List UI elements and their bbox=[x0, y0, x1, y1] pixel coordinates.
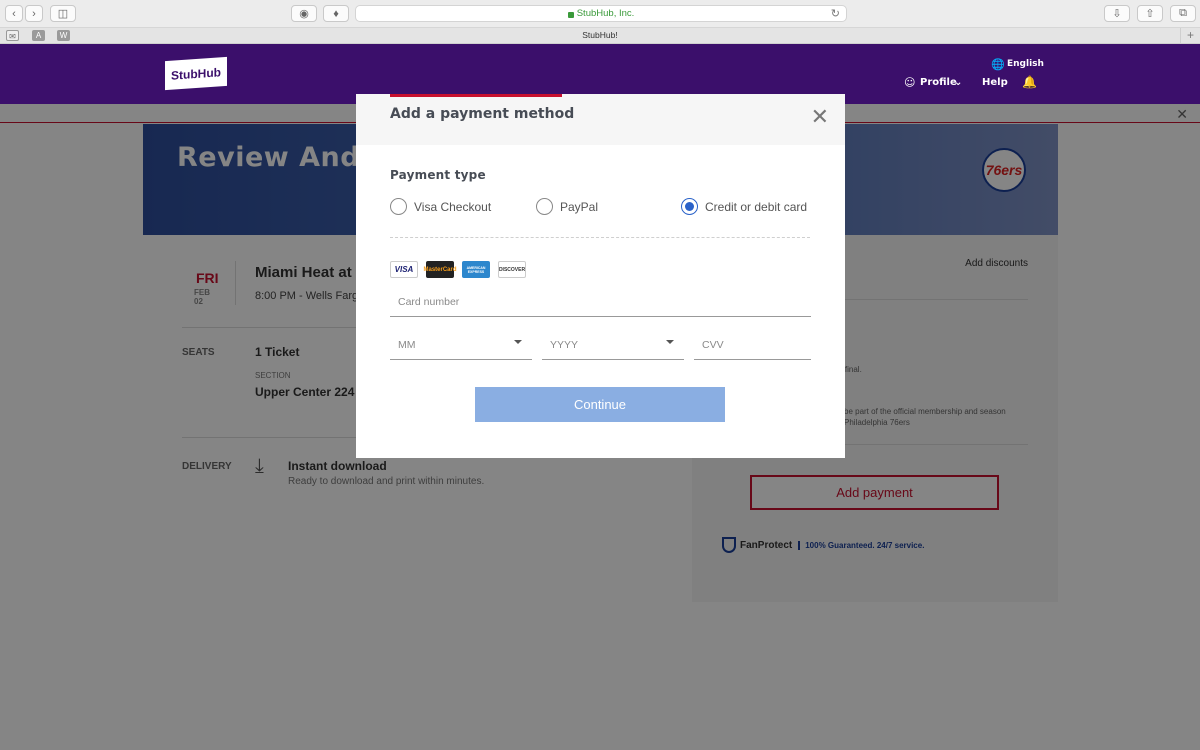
radio-label: Visa Checkout bbox=[414, 199, 492, 214]
cvv-field[interactable]: CVV bbox=[694, 335, 811, 360]
favorites-bar: ✉ A W StubHub! + bbox=[0, 28, 1200, 44]
globe-icon[interactable]: 🌐 bbox=[991, 58, 1005, 71]
radio-label: PayPal bbox=[560, 199, 599, 214]
language-link[interactable]: English bbox=[1007, 59, 1044, 69]
discover-card-icon: DISCOVER bbox=[498, 261, 526, 278]
radio-selected-icon[interactable] bbox=[681, 198, 698, 215]
reload-icon[interactable]: ↻ bbox=[831, 7, 840, 20]
user-icon[interactable]: ☺ bbox=[904, 76, 915, 89]
amex-card-icon: AMERICAN EXPRESS bbox=[462, 261, 490, 278]
modal-title: Add a payment method bbox=[390, 106, 575, 122]
back-button[interactable]: ‹ bbox=[5, 5, 23, 22]
visa-card-icon: VISA bbox=[390, 261, 418, 278]
share-icon[interactable]: ⇧ bbox=[1137, 5, 1163, 22]
evernote-icon[interactable]: ♦ bbox=[323, 5, 349, 22]
month-select[interactable]: MM bbox=[390, 335, 532, 360]
radio-visa-checkout[interactable]: Visa Checkout bbox=[390, 198, 491, 215]
address-text: StubHub, Inc. bbox=[576, 8, 635, 19]
cvv-placeholder: CVV bbox=[702, 339, 724, 351]
chevron-down-icon bbox=[514, 340, 522, 344]
forward-button[interactable]: › bbox=[25, 5, 43, 22]
card-number-placeholder: Card number bbox=[398, 296, 460, 308]
modal-accent-bar bbox=[390, 94, 562, 97]
radio-circle-icon[interactable] bbox=[390, 198, 407, 215]
chevron-down-icon bbox=[666, 340, 674, 344]
tab-title: StubHub! bbox=[582, 30, 618, 40]
payment-type-label: Payment type bbox=[390, 168, 486, 182]
help-link[interactable]: Help bbox=[982, 77, 1008, 88]
divider bbox=[390, 237, 810, 238]
close-icon[interactable]: ✕ bbox=[811, 106, 829, 128]
year-placeholder: YYYY bbox=[550, 339, 579, 351]
profile-link[interactable]: Profile bbox=[920, 77, 957, 88]
radio-paypal[interactable]: PayPal bbox=[536, 198, 598, 215]
continue-button[interactable]: Continue bbox=[475, 387, 725, 422]
radio-label: Credit or debit card bbox=[705, 199, 808, 214]
radio-circle-icon[interactable] bbox=[536, 198, 553, 215]
sidebar-toggle-icon[interactable]: ◫ bbox=[50, 5, 76, 22]
browser-toolbar: ‹ › ◫ ◉ ♦ StubHub, Inc. ↻ ⇩ ⇧ ⧉ bbox=[0, 0, 1200, 28]
pocket-icon[interactable]: ◉ bbox=[291, 5, 317, 22]
radio-credit-card[interactable]: Credit or debit card bbox=[681, 198, 807, 215]
lock-icon bbox=[567, 11, 574, 18]
month-placeholder: MM bbox=[398, 339, 416, 351]
new-tab-button[interactable]: + bbox=[1180, 28, 1200, 44]
year-select[interactable]: YYYY bbox=[542, 335, 684, 360]
stubhub-logo[interactable]: StubHub bbox=[165, 56, 227, 91]
mastercard-icon: MasterCard bbox=[424, 261, 457, 278]
bell-icon[interactable]: 🔔 bbox=[1022, 75, 1037, 89]
modal-header: Add a payment method ✕ bbox=[356, 94, 845, 145]
address-bar[interactable]: StubHub, Inc. ↻ bbox=[355, 5, 847, 22]
download-icon[interactable]: ⇩ bbox=[1104, 5, 1130, 22]
accepted-cards: VISA MasterCard AMERICAN EXPRESS DISCOVE… bbox=[390, 261, 534, 278]
card-number-field[interactable]: Card number bbox=[390, 293, 811, 317]
payment-modal: Add a payment method ✕ Payment type Visa… bbox=[356, 94, 845, 458]
tabs-icon[interactable]: ⧉ bbox=[1170, 5, 1196, 22]
chevron-down-icon[interactable]: ⌄ bbox=[954, 77, 962, 88]
